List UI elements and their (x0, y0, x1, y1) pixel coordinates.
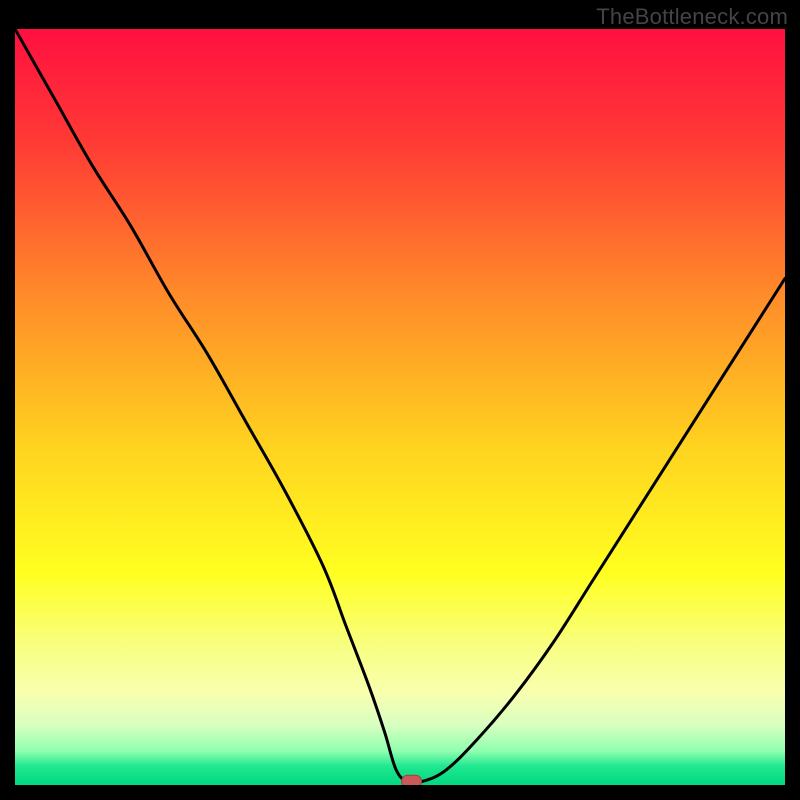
plot-svg (15, 29, 785, 785)
gradient-background (15, 29, 785, 785)
chart-frame: TheBottleneck.com (0, 0, 800, 800)
watermark-text: TheBottleneck.com (596, 4, 788, 30)
minimum-marker (402, 775, 422, 785)
plot-area (15, 29, 785, 785)
